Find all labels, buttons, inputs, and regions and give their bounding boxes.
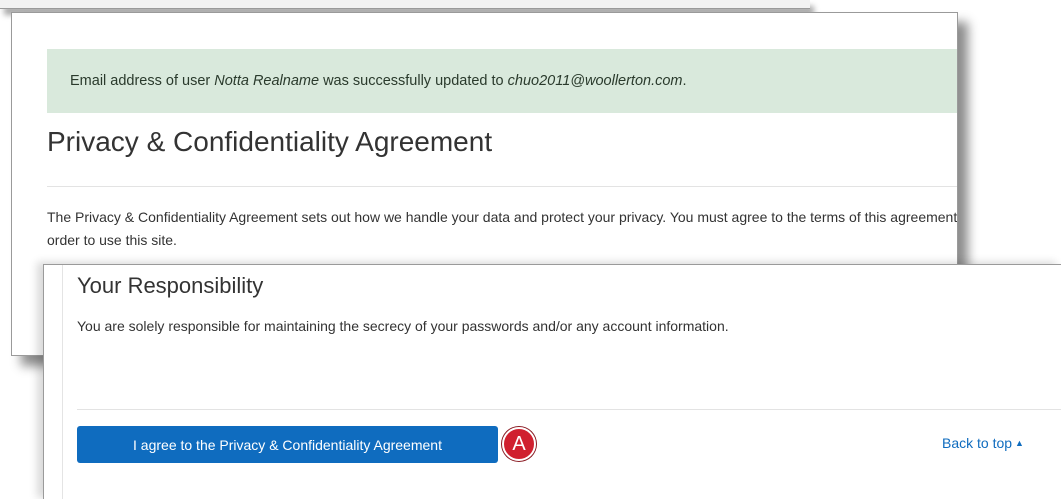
content-border [62,265,63,499]
alert-email: chuo2011@woollerton.com [507,73,683,89]
back-to-top-link[interactable]: Back to top ▲ [942,435,1024,451]
success-alert: Email address of user Notta Realname was… [47,49,957,113]
callout-badge-a: A [502,427,536,461]
divider [47,186,957,187]
divider [77,409,1061,410]
back-to-top-label: Back to top [942,435,1013,451]
responsibility-panel: Your Responsibility You are solely respo… [43,264,1061,499]
agreement-intro-text: The Privacy & Confidentiality Agreement … [47,209,958,248]
alert-suffix: . [682,73,687,89]
caret-up-icon: ▲ [1015,438,1024,448]
alert-user-name: Notta Realname [214,73,320,89]
responsibility-text: You are solely responsible for maintaini… [77,318,729,334]
alert-middle: was successfully updated to [319,73,508,89]
alert-prefix: Email address of user [70,73,215,89]
page-title: Privacy & Confidentiality Agreement [47,126,493,157]
section-title: Your Responsibility [77,273,264,298]
previous-card-edge [0,0,810,9]
agree-button[interactable]: I agree to the Privacy & Confidentiality… [77,426,498,463]
